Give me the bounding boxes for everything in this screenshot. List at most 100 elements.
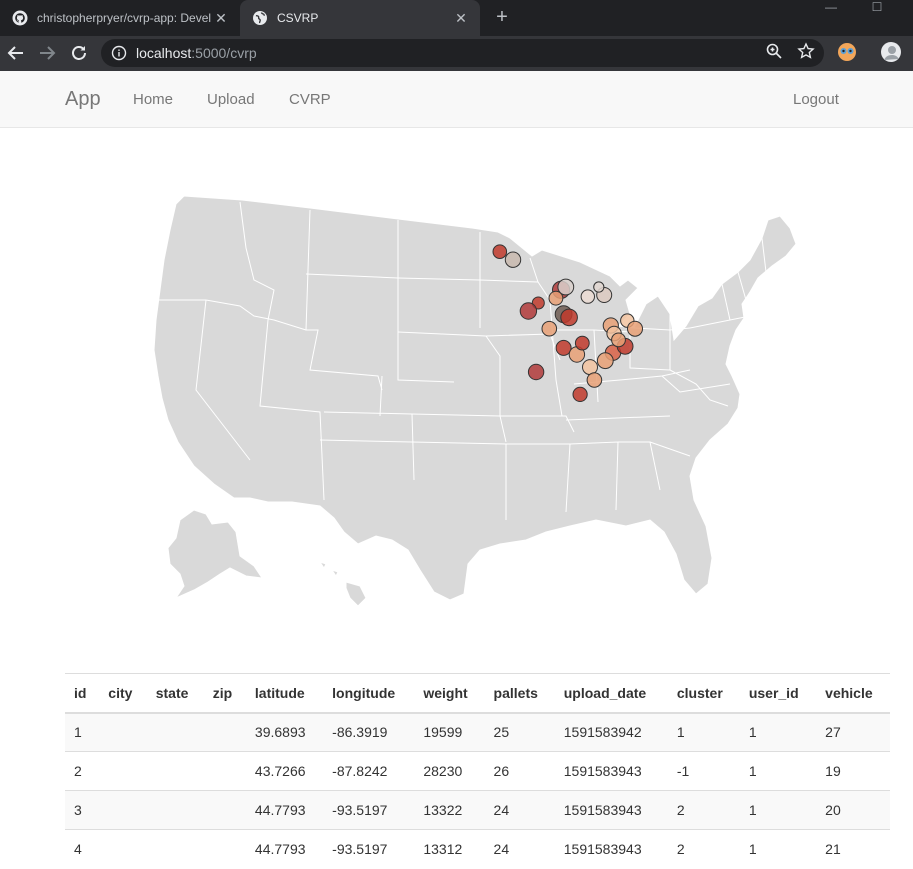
url-host: localhost: [136, 45, 192, 61]
table-cell: [99, 751, 147, 791]
us-basemap: [153, 195, 797, 607]
table-cell: 1: [65, 712, 100, 752]
table-cell: -1: [667, 751, 740, 791]
app-navbar: App Home Upload CVRP Logout: [0, 71, 913, 128]
table-cell: 1: [739, 751, 817, 791]
github-icon: [12, 10, 28, 26]
tab-title: christopherpryer/cvrp-app: Devel: [37, 11, 212, 25]
table-cell: 44.7793: [245, 790, 324, 830]
table-cell: [203, 751, 246, 791]
location-marker[interactable]: [596, 352, 614, 370]
table-cell: 4: [65, 829, 100, 869]
tab-title: CSVRP: [277, 11, 319, 25]
table-cell: [99, 790, 147, 830]
location-marker[interactable]: [504, 251, 522, 268]
table-cell: 1591583943: [554, 751, 668, 791]
us-map: [150, 180, 810, 610]
star-icon[interactable]: [797, 42, 815, 60]
column-header: cluster: [667, 673, 740, 714]
column-header: id: [65, 673, 100, 714]
globe-icon: [253, 11, 267, 25]
location-marker[interactable]: [527, 363, 545, 381]
back-arrow-icon[interactable]: [4, 41, 28, 65]
table-cell: [99, 829, 147, 869]
table-cell: 2: [667, 829, 740, 869]
column-header: weight: [414, 673, 485, 714]
location-marker[interactable]: [574, 335, 590, 351]
nav-upload-link[interactable]: Upload: [207, 91, 255, 108]
location-marker[interactable]: [560, 308, 578, 327]
table-cell: 19: [816, 751, 890, 791]
maximize-icon[interactable]: ☐: [864, 0, 890, 20]
table-cell: [146, 829, 204, 869]
column-header: upload_date: [554, 673, 668, 714]
table-cell: 1591583943: [554, 790, 668, 830]
close-icon[interactable]: ✕: [213, 10, 229, 27]
info-icon[interactable]: [111, 45, 127, 61]
nav-home-link[interactable]: Home: [133, 91, 173, 108]
minimize-icon[interactable]: —: [818, 0, 844, 20]
table-cell: 2: [667, 790, 740, 830]
table-cell: 24: [484, 790, 555, 830]
table-cell: 43.7266: [245, 751, 324, 791]
table-cell: 1: [739, 712, 817, 752]
table-cell: 13312: [414, 829, 485, 869]
column-header: pallets: [484, 673, 555, 714]
table-cell: 25: [484, 712, 555, 752]
reload-icon[interactable]: [67, 41, 91, 65]
browser-toolbar: localhost:5000/cvrp: [0, 36, 913, 71]
location-marker[interactable]: [580, 289, 595, 304]
table-cell: 27: [816, 712, 890, 752]
table-cell: 1591583942: [554, 712, 668, 752]
table-cell: [203, 829, 246, 869]
location-marker[interactable]: [611, 332, 626, 348]
table-header-row: id city state zip latitude longitude wei…: [65, 673, 890, 714]
tab-github[interactable]: christopherpryer/cvrp-app: Devel ✕: [0, 0, 240, 36]
table-cell: [203, 790, 246, 830]
brand-link[interactable]: App: [65, 88, 101, 111]
table-cell: [146, 751, 204, 791]
column-header: zip: [203, 673, 246, 714]
table-cell: -93.5197: [323, 829, 415, 869]
column-header: city: [99, 673, 147, 714]
tab-csvrp[interactable]: CSVRP ✕: [240, 0, 480, 36]
table-cell: 1: [667, 712, 740, 752]
location-marker[interactable]: [519, 302, 538, 320]
table-cell: 20: [816, 790, 890, 830]
close-icon[interactable]: ✕: [453, 10, 469, 27]
alaska-shape: [167, 509, 264, 600]
table-row: 1 39.6893 -86.3919 19599 25 1591583942 1…: [65, 712, 890, 752]
location-marker[interactable]: [572, 386, 588, 402]
location-marker[interactable]: [492, 244, 508, 259]
table-cell: [203, 712, 246, 752]
profile-avatar[interactable]: [880, 41, 902, 63]
location-marker[interactable]: [557, 278, 575, 296]
address-bar[interactable]: localhost:5000/cvrp: [101, 39, 824, 67]
new-tab-button[interactable]: +: [490, 6, 514, 30]
location-marker[interactable]: [593, 281, 605, 293]
nav-cvrp-link[interactable]: CVRP: [289, 91, 331, 108]
logout-link[interactable]: Logout: [793, 91, 839, 108]
location-marker[interactable]: [541, 320, 558, 337]
table-cell: 1: [739, 790, 817, 830]
extension-icon[interactable]: [836, 41, 858, 63]
location-marker[interactable]: [627, 320, 643, 337]
table-cell: [146, 712, 204, 752]
hawaii-shape: [318, 561, 367, 607]
us-mainland-shape: [153, 195, 797, 601]
table-cell: -86.3919: [323, 712, 415, 752]
table-cell: -93.5197: [323, 790, 415, 830]
table-cell: 44.7793: [245, 829, 324, 869]
table-cell: [146, 790, 204, 830]
table-cell: 19599: [414, 712, 485, 752]
zoom-icon[interactable]: [765, 42, 783, 60]
location-marker[interactable]: [586, 372, 603, 388]
column-header: longitude: [323, 673, 415, 714]
table-cell: -87.8242: [323, 751, 415, 791]
column-header: latitude: [245, 673, 324, 714]
table-cell: 1: [739, 829, 817, 869]
data-table: id city state zip latitude longitude wei…: [65, 673, 890, 869]
column-header: user_id: [739, 673, 817, 714]
table-cell: 21: [816, 829, 890, 869]
forward-arrow-icon[interactable]: [35, 41, 59, 65]
